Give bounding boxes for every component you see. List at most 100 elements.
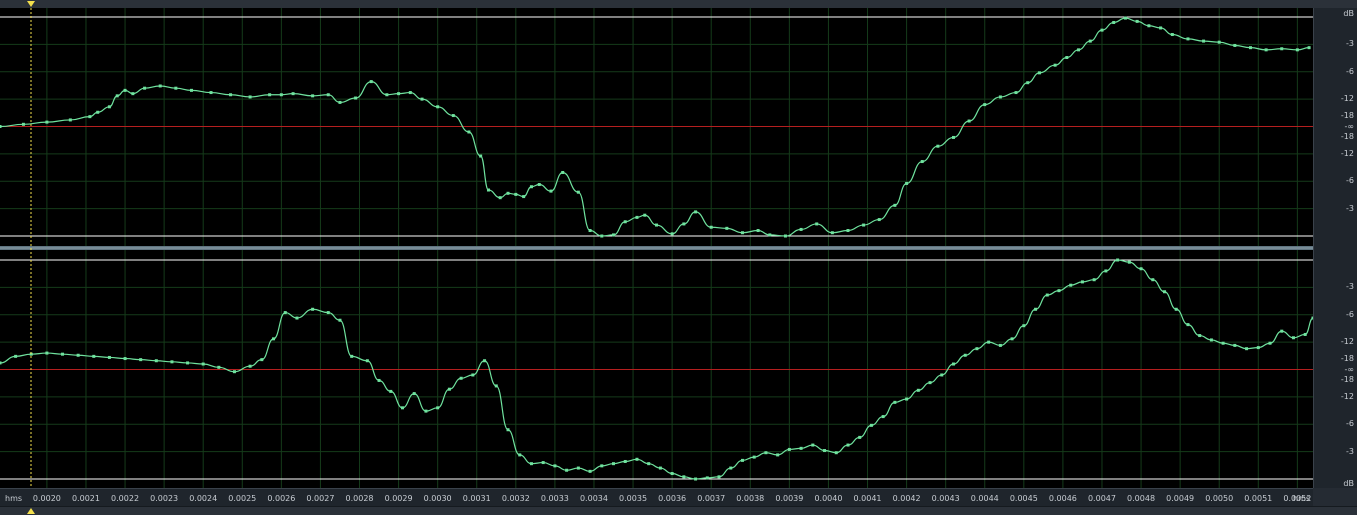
sample-point[interactable] — [987, 340, 991, 344]
waveform-view[interactable] — [0, 8, 1313, 488]
sample-point[interactable] — [115, 94, 119, 98]
sample-point[interactable] — [709, 225, 713, 229]
sample-point[interactable] — [1014, 91, 1018, 95]
sample-point[interactable] — [635, 215, 639, 219]
sample-point[interactable] — [729, 466, 733, 470]
sample-point[interactable] — [920, 160, 924, 164]
sample-point[interactable] — [123, 88, 127, 92]
sample-point[interactable] — [869, 423, 873, 427]
sample-point[interactable] — [96, 110, 100, 114]
sample-point[interactable] — [389, 389, 393, 393]
sample-point[interactable] — [201, 362, 205, 366]
sample-point[interactable] — [858, 435, 862, 439]
sample-point[interactable] — [998, 343, 1002, 347]
sample-point[interactable] — [1010, 337, 1014, 341]
sample-point[interactable] — [123, 357, 127, 361]
sample-point[interactable] — [1233, 43, 1237, 47]
sample-point[interactable] — [893, 400, 897, 404]
sample-point[interactable] — [217, 365, 221, 369]
sample-point[interactable] — [397, 92, 401, 96]
sample-point[interactable] — [1186, 323, 1190, 327]
sample-point[interactable] — [783, 234, 787, 238]
sample-point[interactable] — [139, 358, 143, 362]
sample-point[interactable] — [846, 443, 850, 447]
sample-point[interactable] — [600, 234, 604, 238]
sample-point[interactable] — [635, 457, 639, 461]
sample-point[interactable] — [764, 451, 768, 455]
sample-point[interactable] — [823, 449, 827, 453]
sample-point[interactable] — [1139, 267, 1143, 271]
sample-point[interactable] — [1088, 39, 1092, 43]
sample-point[interactable] — [881, 415, 885, 419]
sample-point[interactable] — [1280, 329, 1284, 333]
sample-point[interactable] — [1077, 48, 1081, 52]
sample-point[interactable] — [311, 307, 315, 311]
sample-point[interactable] — [752, 455, 756, 459]
sample-point[interactable] — [291, 92, 295, 96]
sample-point[interactable] — [68, 118, 72, 122]
sample-point[interactable] — [916, 388, 920, 392]
sample-point[interactable] — [248, 95, 252, 99]
sample-point[interactable] — [385, 93, 389, 97]
sample-point[interactable] — [1112, 20, 1116, 24]
sample-point[interactable] — [354, 96, 358, 100]
sample-point[interactable] — [905, 181, 909, 185]
cursor-triangle-icon[interactable] — [27, 508, 35, 514]
sample-point[interactable] — [174, 86, 178, 90]
sample-point[interactable] — [682, 475, 686, 479]
sample-point[interactable] — [846, 229, 850, 233]
sample-point[interactable] — [1221, 341, 1225, 345]
sample-point[interactable] — [725, 226, 729, 230]
sample-point[interactable] — [612, 233, 616, 237]
sample-point[interactable] — [451, 114, 455, 118]
sample-point[interactable] — [479, 154, 483, 158]
sample-point[interactable] — [365, 359, 369, 363]
sample-point[interactable] — [92, 354, 96, 358]
sample-point[interactable] — [694, 210, 698, 214]
sample-point[interactable] — [1186, 37, 1190, 41]
sample-point[interactable] — [1202, 39, 1206, 43]
sample-point[interactable] — [655, 223, 658, 227]
sample-point[interactable] — [811, 443, 815, 447]
sample-point[interactable] — [248, 364, 252, 368]
sample-point[interactable] — [1280, 47, 1284, 51]
sample-point[interactable] — [506, 428, 510, 432]
sample-point[interactable] — [1170, 33, 1174, 37]
sample-point[interactable] — [928, 381, 932, 385]
sample-point[interactable] — [14, 354, 18, 358]
sample-point[interactable] — [576, 466, 580, 470]
sample-point[interactable] — [588, 229, 592, 233]
sample-point[interactable] — [740, 458, 744, 462]
sample-point[interactable] — [1303, 332, 1307, 336]
sample-point[interactable] — [787, 447, 791, 451]
sample-point[interactable] — [45, 120, 49, 124]
sample-point[interactable] — [326, 93, 330, 97]
sample-point[interactable] — [905, 397, 909, 401]
sample-point[interactable] — [408, 91, 412, 95]
sample-point[interactable] — [1291, 336, 1295, 340]
sample-point[interactable] — [529, 185, 533, 189]
sample-point[interactable] — [272, 337, 276, 341]
sample-point[interactable] — [1045, 293, 1049, 297]
sample-point[interactable] — [61, 352, 65, 356]
sample-point[interactable] — [131, 92, 135, 96]
sample-point[interactable] — [643, 213, 647, 217]
sample-point[interactable] — [268, 93, 272, 97]
sample-point[interactable] — [506, 191, 510, 195]
time-ruler[interactable]: hms hms 0.0020 0.0021 0.0022 0.0023 0.0024 0.00… — [0, 488, 1313, 507]
sample-point[interactable] — [588, 469, 592, 473]
sample-point[interactable] — [447, 387, 451, 391]
sample-point[interactable] — [1174, 307, 1178, 311]
sample-point[interactable] — [1159, 26, 1163, 30]
sample-point[interactable] — [1217, 40, 1221, 44]
sample-point[interactable] — [21, 122, 25, 126]
sample-point[interactable] — [350, 354, 354, 358]
sample-point[interactable] — [518, 453, 522, 457]
sample-point[interactable] — [1104, 269, 1108, 273]
sample-point[interactable] — [1100, 28, 1104, 32]
sample-point[interactable] — [1123, 16, 1127, 20]
sample-point[interactable] — [682, 222, 686, 226]
sample-point[interactable] — [338, 100, 342, 104]
sample-point[interactable] — [1065, 56, 1069, 60]
sample-point[interactable] — [143, 86, 147, 90]
